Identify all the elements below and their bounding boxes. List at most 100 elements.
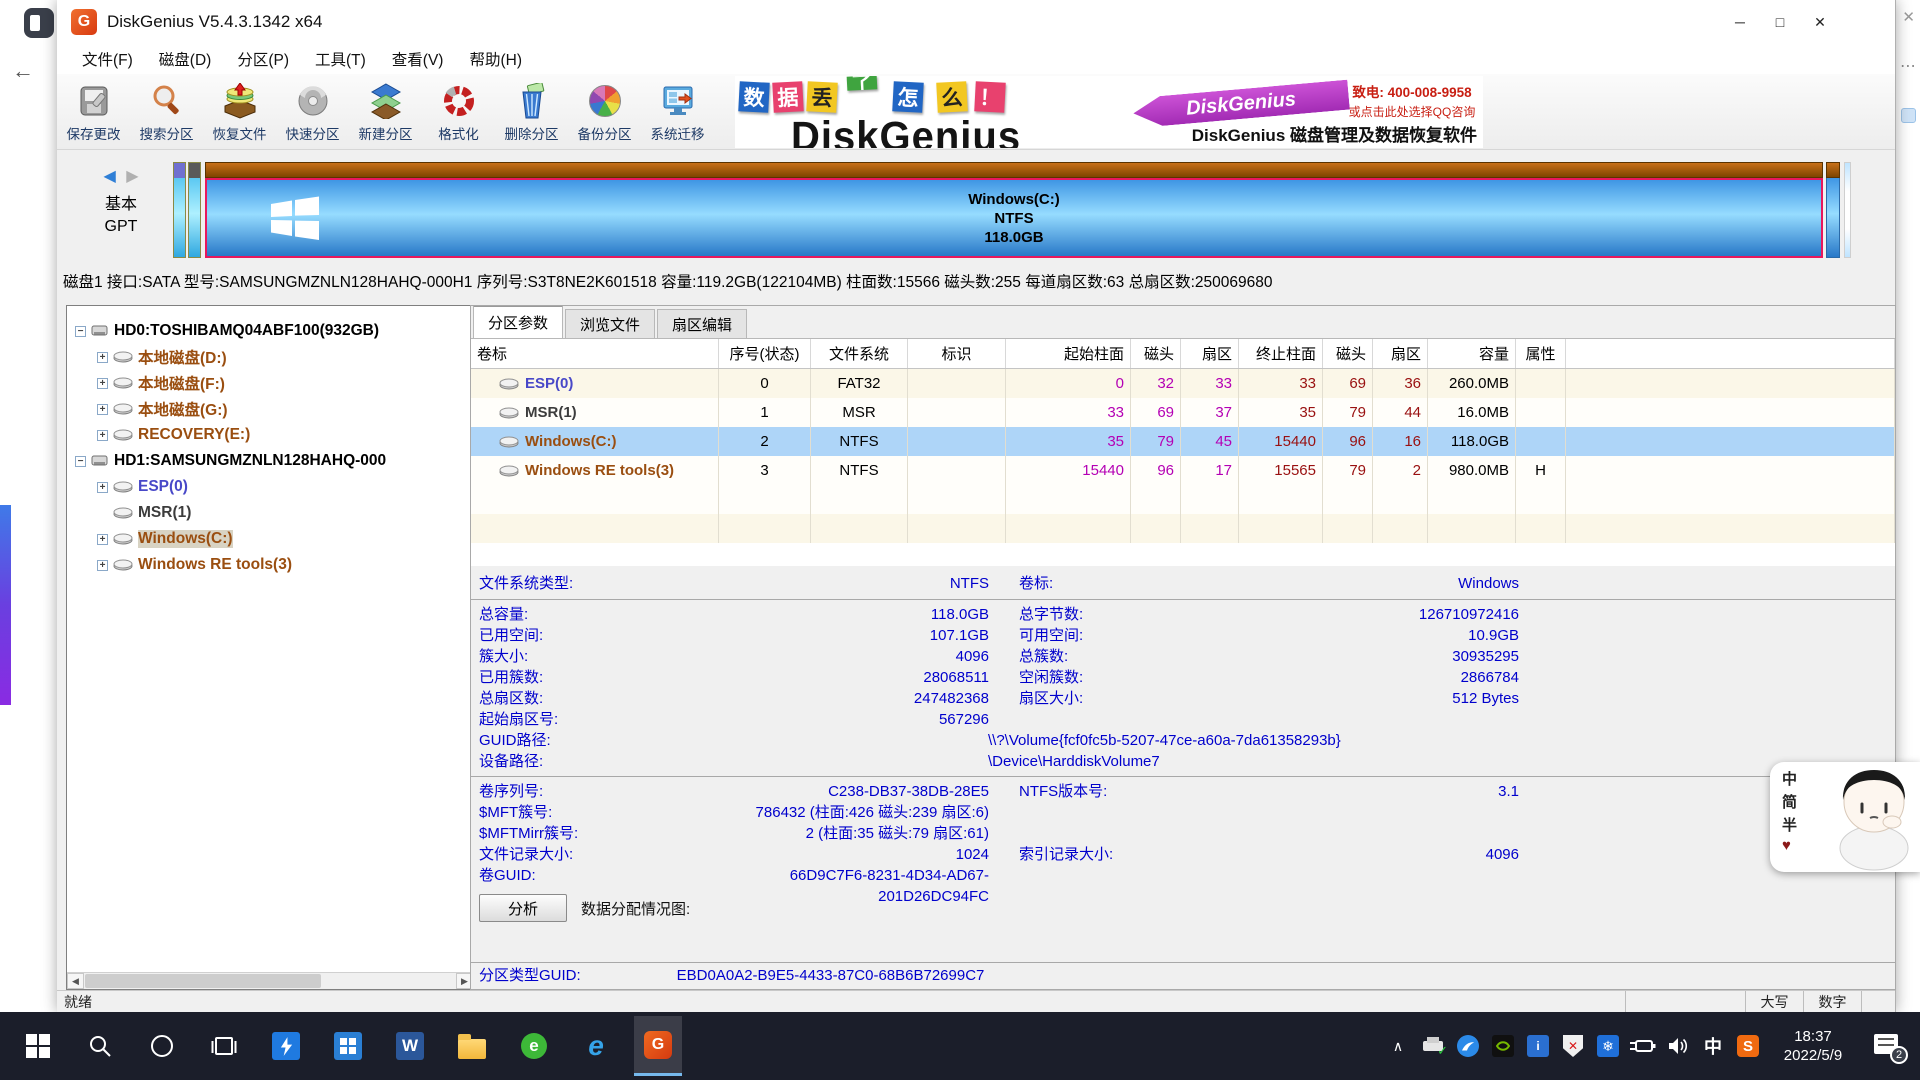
- tray-security-shield-icon[interactable]: ✕: [1560, 1033, 1586, 1059]
- taskbar-clock[interactable]: 18:37 2022/5/9: [1770, 1027, 1856, 1065]
- column-header[interactable]: 属性: [1516, 339, 1566, 368]
- partition-block-msr[interactable]: [188, 162, 201, 258]
- tree-item-esp-0[interactable]: +ESP(0): [67, 474, 473, 500]
- taskbar-task-view-icon[interactable]: [200, 1016, 248, 1076]
- tree-item-recovery-e[interactable]: +RECOVERY(E:): [67, 422, 473, 448]
- table-row-windows-re-tools-3[interactable]: Windows RE tools(3)3NTFS1544096171556579…: [471, 456, 1895, 485]
- column-header[interactable]: 终止柱面: [1239, 339, 1323, 368]
- background-app-icon[interactable]: [24, 8, 54, 38]
- prev-disk-icon[interactable]: ◀: [103, 168, 115, 185]
- column-header[interactable]: 扇区: [1181, 339, 1239, 368]
- ad-banner[interactable]: 数据丢了怎么！ DiskGenius DiskGenius 致电: 400-00…: [735, 76, 1483, 148]
- menu-item-h[interactable]: 帮助(H): [456, 48, 535, 70]
- column-header[interactable]: 扇区: [1373, 339, 1428, 368]
- tree-item-msr-1[interactable]: MSR(1): [67, 500, 473, 526]
- taskbar-browser-360-icon[interactable]: e: [510, 1016, 558, 1076]
- expand-icon[interactable]: +: [97, 352, 108, 363]
- expand-icon[interactable]: +: [97, 560, 108, 571]
- next-disk-icon[interactable]: ▶: [126, 168, 138, 185]
- tree-horizontal-scrollbar[interactable]: ◀ ▶: [67, 972, 473, 989]
- column-header[interactable]: 容量: [1428, 339, 1516, 368]
- taskbar-pinned-app-2-icon[interactable]: [324, 1016, 372, 1076]
- action-center-button[interactable]: 2: [1872, 1032, 1902, 1060]
- tree-item-g[interactable]: +本地磁盘(G:): [67, 396, 473, 422]
- tray-volume-icon[interactable]: [1665, 1033, 1691, 1059]
- column-header[interactable]: 卷标: [471, 339, 719, 368]
- back-arrow-icon[interactable]: ←: [12, 58, 34, 84]
- partition-block-windows-c[interactable]: Windows(C:) NTFS 118.0GB: [205, 162, 1823, 258]
- menu-item-t[interactable]: 工具(T): [302, 48, 379, 70]
- minimize-button[interactable]: ─: [1720, 7, 1760, 37]
- close-button[interactable]: ✕: [1800, 7, 1840, 37]
- partition-block-esp[interactable]: [173, 162, 186, 258]
- expand-icon[interactable]: +: [97, 378, 108, 389]
- menu-item-d[interactable]: 磁盘(D): [146, 48, 225, 70]
- column-header[interactable]: 标识: [908, 339, 1006, 368]
- tree-item-d[interactable]: +本地磁盘(D:): [67, 344, 473, 370]
- ad-qq-link[interactable]: 或点击此处选择QQ咨询: [1343, 103, 1481, 120]
- tray-nvidia-icon[interactable]: [1490, 1033, 1516, 1059]
- taskbar-search-icon[interactable]: [76, 1016, 124, 1076]
- tray-power-plug-icon[interactable]: [1630, 1033, 1656, 1059]
- tab-browse-files[interactable]: 浏览文件: [565, 309, 655, 338]
- column-header[interactable]: 文件系统: [811, 339, 908, 368]
- tree-item-windows-c[interactable]: +Windows(C:): [67, 526, 473, 552]
- background-button[interactable]: [1901, 108, 1916, 123]
- taskbar-pinned-app-1-icon[interactable]: [262, 1016, 310, 1076]
- tray-ime-lang-icon[interactable]: 中: [1700, 1033, 1726, 1059]
- tray-cloud-bird-icon[interactable]: [1455, 1033, 1481, 1059]
- collapse-icon[interactable]: −: [75, 456, 86, 467]
- tray-printer-check-icon[interactable]: ✓: [1420, 1033, 1446, 1059]
- expand-icon[interactable]: +: [97, 534, 108, 545]
- tree-item-windows-re-tools-3[interactable]: +Windows RE tools(3): [67, 552, 473, 578]
- toolbar-format-button[interactable]: 格式化: [422, 75, 495, 149]
- ime-status-widget[interactable]: 中简半 ♥: [1770, 762, 1920, 872]
- maximize-button[interactable]: □: [1760, 7, 1800, 37]
- partition-block-win-re[interactable]: [1826, 162, 1840, 258]
- tree-item-hd1-samsungmznln128hahq-000[interactable]: −HD1:SAMSUNGMZNLN128HAHQ-000: [67, 448, 473, 474]
- toolbar-new-partition-button[interactable]: 新建分区: [349, 75, 422, 149]
- ime-mode-3[interactable]: ♥: [1782, 837, 1797, 854]
- toolbar-search-partition-button[interactable]: 搜索分区: [130, 75, 203, 149]
- background-more-icon[interactable]: ⋯: [1900, 56, 1916, 76]
- background-close-icon[interactable]: ✕: [1902, 8, 1915, 26]
- scroll-left-icon[interactable]: ◀: [67, 973, 84, 989]
- expand-icon[interactable]: +: [97, 404, 108, 415]
- table-row-esp-0[interactable]: ESP(0)0FAT3203233336936260.0MB: [471, 369, 1895, 398]
- tree-item-hd0-toshibamq04abf100-932gb[interactable]: −HD0:TOSHIBAMQ04ABF100(932GB): [67, 318, 473, 344]
- taskbar-cortana-icon[interactable]: [138, 1016, 186, 1076]
- ime-mode-2[interactable]: 半: [1782, 814, 1797, 835]
- menu-item-f[interactable]: 文件(F): [69, 48, 146, 70]
- toolbar-quick-partition-button[interactable]: 快速分区: [276, 75, 349, 149]
- tab-partition-params[interactable]: 分区参数: [473, 305, 563, 338]
- expand-icon[interactable]: +: [97, 482, 108, 493]
- tray-intel-graphics-icon[interactable]: i: [1525, 1033, 1551, 1059]
- column-header[interactable]: 起始柱面: [1006, 339, 1131, 368]
- toolbar-backup-partition-button[interactable]: 备份分区: [568, 75, 641, 149]
- column-header[interactable]: 序号(状态): [719, 339, 811, 368]
- scrollbar-thumb[interactable]: [85, 974, 321, 988]
- taskbar-edge-icon[interactable]: e: [572, 1016, 620, 1076]
- table-row-msr-1[interactable]: MSR(1)1MSR33693735794416.0MB: [471, 398, 1895, 427]
- ime-mode-1[interactable]: 简: [1782, 791, 1797, 812]
- tab-sector-edit[interactable]: 扇区编辑: [657, 309, 747, 338]
- toolbar-recover-files-button[interactable]: 恢复文件: [203, 75, 276, 149]
- expand-icon[interactable]: +: [97, 430, 108, 441]
- table-row-windows-c[interactable]: Windows(C:)2NTFS357945154409616118.0GB: [471, 427, 1895, 456]
- menu-item-p[interactable]: 分区(P): [224, 48, 302, 70]
- collapse-icon[interactable]: −: [75, 326, 86, 337]
- tray-tray-expand-icon[interactable]: ∧: [1385, 1033, 1411, 1059]
- column-header[interactable]: 磁头: [1323, 339, 1373, 368]
- analyze-button[interactable]: 分析: [479, 894, 567, 922]
- taskbar-word-icon[interactable]: W: [386, 1016, 434, 1076]
- ime-mode-0[interactable]: 中: [1782, 768, 1797, 789]
- tree-item-f[interactable]: +本地磁盘(F:): [67, 370, 473, 396]
- column-header[interactable]: 磁头: [1131, 339, 1181, 368]
- toolbar-system-migrate-button[interactable]: 系统迁移: [641, 75, 714, 149]
- taskbar-diskgenius-icon[interactable]: G: [634, 1016, 682, 1076]
- toolbar-save-changes-button[interactable]: 保存更改: [57, 75, 130, 149]
- ad-banner-contact[interactable]: 致电: 400-008-9958 或点击此处选择QQ咨询: [1343, 81, 1481, 120]
- tray-sogou-icon[interactable]: S: [1735, 1033, 1761, 1059]
- menu-item-v[interactable]: 查看(V): [379, 48, 457, 70]
- taskbar-start-button[interactable]: [14, 1016, 62, 1076]
